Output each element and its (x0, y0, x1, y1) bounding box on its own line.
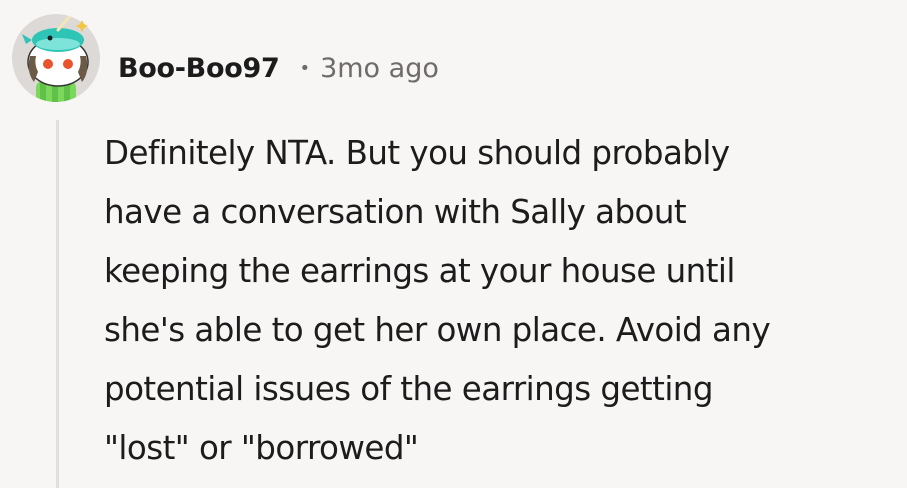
username-link[interactable]: Boo-Boo97 (118, 53, 280, 84)
user-avatar[interactable] (10, 12, 102, 104)
comment: Boo-Boo97 • 3mo ago Definitely NTA. But … (0, 0, 907, 488)
thread-line[interactable] (56, 120, 59, 488)
timestamp-link[interactable]: 3mo ago (320, 53, 439, 84)
separator-dot: • (299, 57, 311, 79)
snoo-avatar-icon (12, 14, 100, 102)
comment-header: Boo-Boo97 • 3mo ago (118, 44, 439, 92)
comment-body: Definitely NTA. But you should probably … (104, 134, 771, 467)
